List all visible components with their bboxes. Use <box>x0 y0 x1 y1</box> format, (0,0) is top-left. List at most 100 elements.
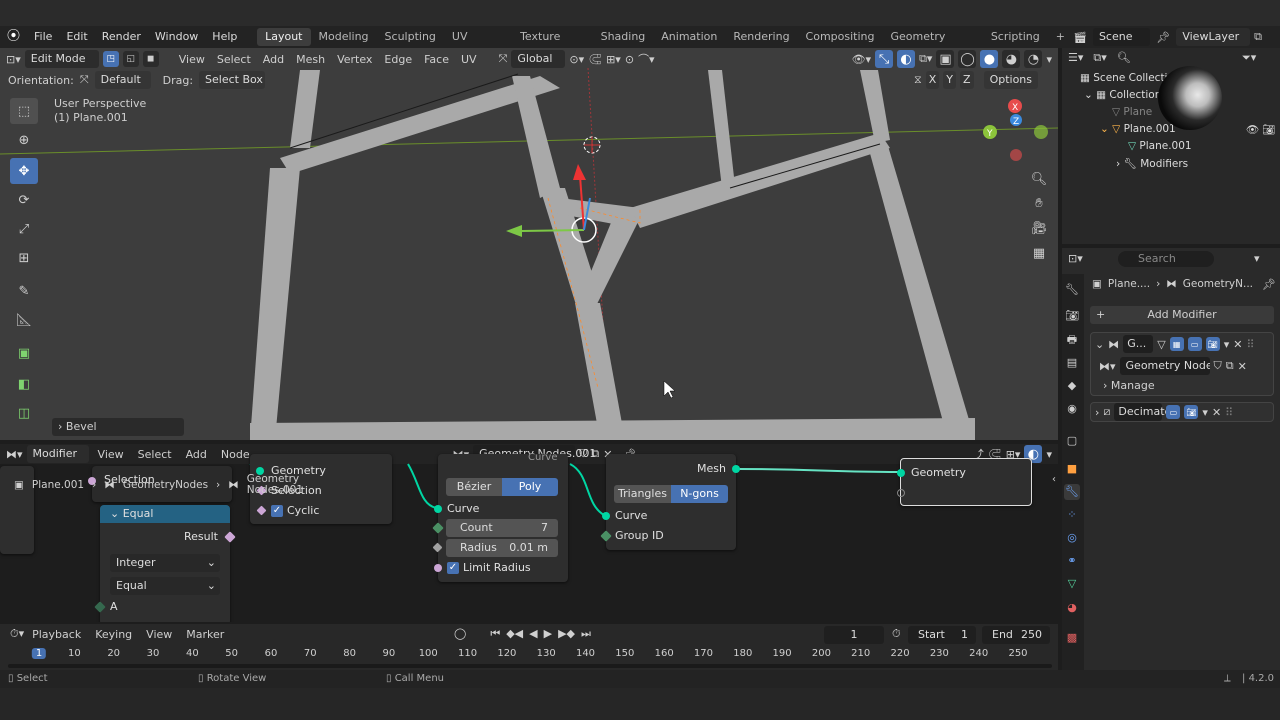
modifier1-dropdown-icon[interactable]: ▾ <box>1224 338 1230 351</box>
overlay-dropdown-icon[interactable]: ⧉▾ <box>919 52 932 66</box>
pan-hand-icon[interactable]: ✋︎ <box>1028 192 1050 214</box>
viewport-menu-mesh[interactable]: Mesh <box>292 53 329 66</box>
drag-dropdown[interactable]: Select Box <box>199 71 266 89</box>
cyclic-checkbox[interactable]: ✓ <box>271 505 283 517</box>
nodegroup-type-icon[interactable]: ⧓▾ <box>1099 360 1116 373</box>
tab-geometry-nodes[interactable]: Geometry Nodes <box>883 28 983 61</box>
timeline-menu-playback[interactable]: Playback <box>26 628 87 641</box>
manage-subpanel[interactable]: › Manage <box>1103 379 1155 392</box>
select-tool-icon[interactable]: ⬚ <box>10 98 38 124</box>
perspective-toggle-icon[interactable]: ▦ <box>1028 242 1050 264</box>
current-frame-field[interactable]: 1 <box>824 626 884 644</box>
pivot-icon[interactable]: ⊙▾ <box>569 53 584 66</box>
add-modifier-button[interactable]: + Add Modifier <box>1090 306 1274 324</box>
node-equal[interactable]: ⌄ Equal Result Integer ⌄ Equal ⌄ A <box>94 505 236 622</box>
xray-icon[interactable]: ▣ <box>936 50 955 68</box>
editmode-filter-icon[interactable]: ▽ <box>1157 338 1165 351</box>
render-display-icon[interactable]: 📷︎ <box>1205 337 1220 351</box>
equal-op-dropdown[interactable]: Equal ⌄ <box>110 577 220 595</box>
view-layer-tab-icon[interactable]: ▤ <box>1064 355 1080 371</box>
measure-tool-icon[interactable]: 📐︎ <box>10 307 38 333</box>
jump-end-icon[interactable]: ⏭ <box>581 627 591 641</box>
extrude-tool-icon[interactable]: ◧ <box>10 371 38 397</box>
viewport-display-icon[interactable]: ▭ <box>1187 337 1202 351</box>
texture-tab-icon[interactable]: ▩ <box>1064 630 1080 646</box>
start-frame-field[interactable]: Start 1 <box>908 626 976 644</box>
viewport-menu-select[interactable]: Select <box>213 53 255 66</box>
fill-curve-socket[interactable] <box>602 512 610 520</box>
output-tab-icon[interactable]: 🖶︎ <box>1064 332 1080 348</box>
timeline-scrollbar[interactable] <box>8 664 1052 668</box>
face-select-icon[interactable]: ◼ <box>142 51 159 67</box>
limit-radius-checkbox[interactable]: ✓ <box>447 562 459 574</box>
viewport-menu-uv[interactable]: UV <box>457 53 481 66</box>
decimate-close-icon[interactable]: ✕ <box>1212 406 1221 419</box>
menu-window[interactable]: Window <box>148 26 205 48</box>
end-frame-field[interactable]: End 250 <box>982 626 1050 644</box>
shading-dropdown-icon[interactable]: ▾ <box>1046 53 1052 66</box>
transform-orientation[interactable]: Global <box>511 50 566 68</box>
scale-tool-icon[interactable]: ⤢ <box>10 216 38 242</box>
orientation-dropdown[interactable]: Default <box>94 71 151 89</box>
editor-type-icon[interactable]: ⊡▾ <box>6 53 21 66</box>
edge-select-icon[interactable]: ◱ <box>122 51 139 67</box>
viewport-menu-add[interactable]: Add <box>259 53 288 66</box>
transform-tool-icon[interactable]: ⊞ <box>10 245 38 271</box>
equal-type-dropdown[interactable]: Integer ⌄ <box>110 554 220 572</box>
fillet-count-field[interactable]: Count 7 <box>446 519 558 537</box>
properties-search[interactable]: Search <box>1118 251 1214 267</box>
fill-mesh-socket[interactable] <box>732 465 740 473</box>
add-cube-tool-icon[interactable]: ▣ <box>10 340 38 366</box>
proportional-icon[interactable]: ⊙ <box>625 53 634 66</box>
play-reverse-icon[interactable]: ◀ <box>529 627 537 641</box>
inset-tool-icon[interactable]: ◫ <box>10 400 38 426</box>
gizmo-toggle-icon[interactable]: ⤡ <box>875 50 894 68</box>
cage-toggle-icon[interactable]: ▦ <box>1169 337 1184 351</box>
menu-render[interactable]: Render <box>95 26 148 48</box>
node-editor[interactable]: ⧓▾ Modifier View Select Add Node ⧓▾ Geom… <box>0 444 1058 622</box>
timeline-menu-view[interactable]: View <box>140 628 178 641</box>
decimate-name[interactable]: Decimate <box>1114 403 1171 421</box>
visibility-icon[interactable]: 👁︎▾ <box>852 53 872 66</box>
mirror-y-toggle[interactable]: Y <box>943 71 957 89</box>
constraints-tab-icon[interactable]: ⚭ <box>1064 553 1080 569</box>
tab-texture-paint[interactable]: Texture Paint <box>512 28 593 61</box>
annotate-tool-icon[interactable]: ✎ <box>10 278 38 304</box>
viewlayer-selector[interactable]: ViewLayer <box>1176 28 1251 46</box>
decimate-drag-icon[interactable]: ⠿ <box>1225 406 1233 419</box>
properties-type-icon[interactable]: ⊡▾ <box>1068 252 1083 265</box>
ngons-mode-button[interactable]: N-gons <box>671 485 728 503</box>
next-keyframe-icon[interactable]: ▶◆ <box>558 627 575 641</box>
tab-scripting[interactable]: Scripting <box>983 28 1048 46</box>
scene-selector[interactable]: Scene <box>1092 28 1151 46</box>
last-operator-panel[interactable]: › Bevel <box>52 418 184 436</box>
viewport-menu-vertex[interactable]: Vertex <box>333 53 376 66</box>
autokey-icon[interactable]: ◯ <box>454 627 466 641</box>
solid-shading-icon[interactable]: ● <box>980 50 999 68</box>
jump-start-icon[interactable]: ⏮ <box>490 627 500 641</box>
timeline-type-icon[interactable]: ⏱▾ <box>10 627 24 641</box>
viewport-menu-view[interactable]: View <box>175 53 209 66</box>
fillet-radius-field[interactable]: Radius 0.01 m <box>446 539 558 557</box>
filter-icon[interactable]: ⏷▾ <box>1242 51 1256 65</box>
expand-icon-2[interactable]: › <box>1095 406 1099 419</box>
outliner[interactable]: ☰▾ ⧉▾ 🔍︎ ⏷▾ ▦ Scene Collection ⌄ ▦ Colle… <box>1062 48 1280 244</box>
properties-editor[interactable]: ⊡▾ Search ▾ 🔧︎ 📷︎ 🖶︎ ▤ ◆ ◉ ▢ ■ 🔧︎ ⁘ ◎ ⚭ … <box>1062 248 1280 670</box>
collapse-icon-3[interactable]: ⌄ <box>1095 338 1104 351</box>
snap-target-icon[interactable]: ⊞▾ <box>606 53 621 66</box>
options-button[interactable]: Options <box>983 71 1039 89</box>
frame-ruler[interactable]: 1 10 20 30 40 50 60 70 80 90 100 110 120 130 140 150 160… <box>0 646 1058 664</box>
orientation-icon[interactable]: ⤧ <box>499 52 508 66</box>
output-geometry-socket[interactable] <box>897 469 905 477</box>
tab-uv-editing[interactable]: UV Editing <box>444 28 512 61</box>
copy-icon[interactable]: ⧉ <box>1254 30 1262 44</box>
timeline[interactable]: ⏱▾ Playback Keying View Marker ◯ ⏮ ◆◀ ◀ … <box>0 624 1058 670</box>
tab-animation[interactable]: Animation <box>653 28 725 46</box>
tool-tab-icon[interactable]: 🔧︎ <box>1064 282 1080 298</box>
add-workspace-icon[interactable]: + <box>1048 28 1073 46</box>
tab-rendering[interactable]: Rendering <box>725 28 797 46</box>
mirror-z-toggle[interactable]: Z <box>960 71 974 89</box>
tab-sculpting[interactable]: Sculpting <box>377 28 444 46</box>
fake-user-icon[interactable]: ⛉ <box>1214 359 1222 373</box>
scene-icon[interactable]: 🎬︎ <box>1073 31 1087 44</box>
